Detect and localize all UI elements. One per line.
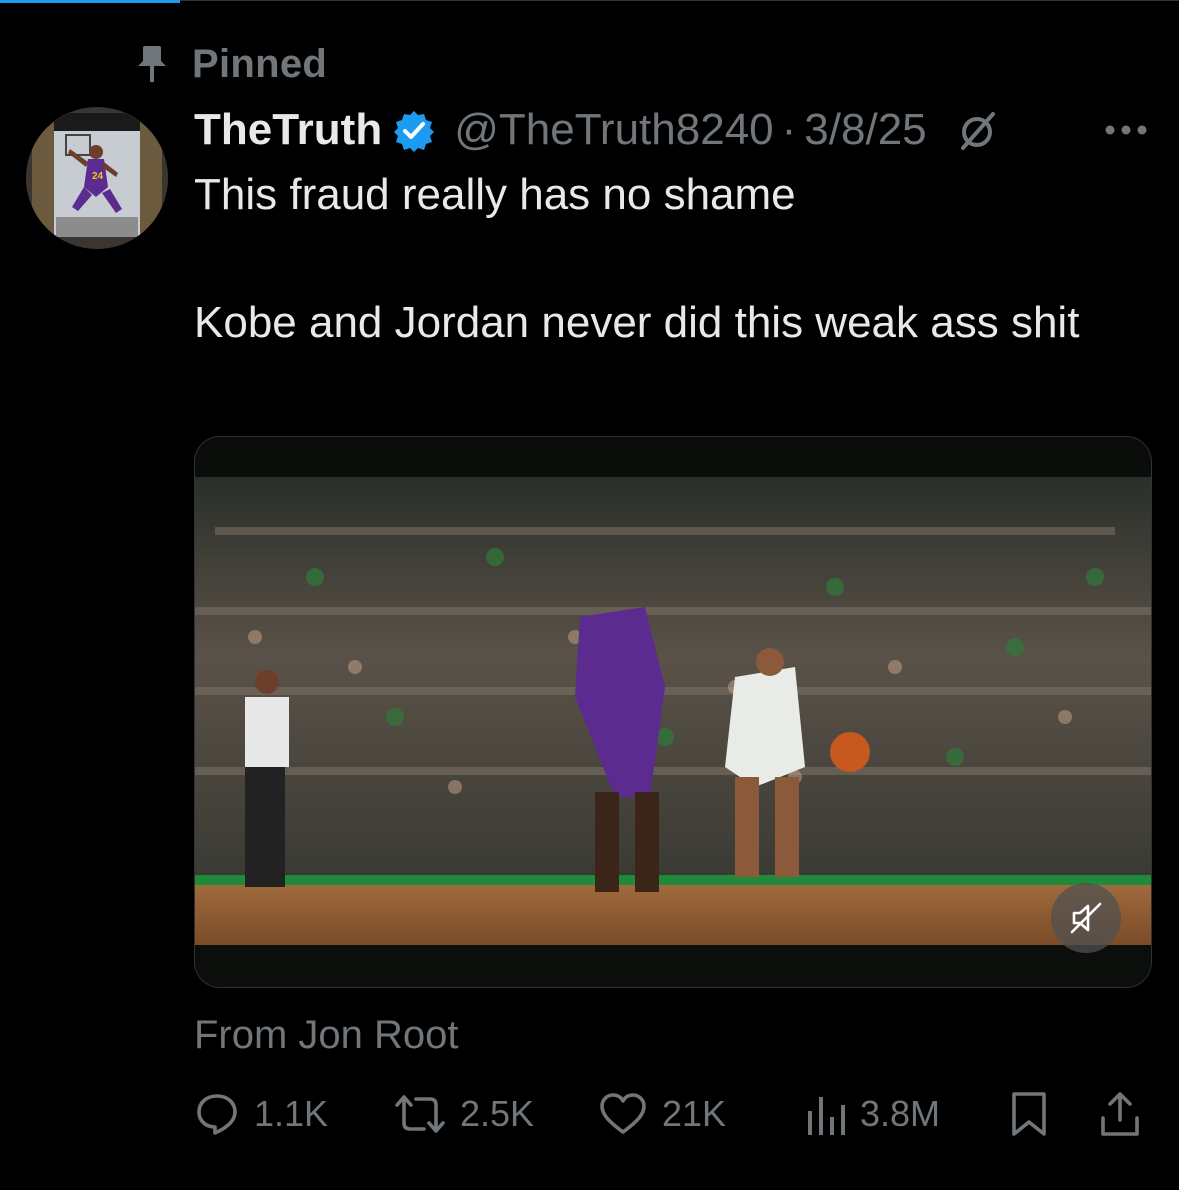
- reply-button[interactable]: 1.1K: [194, 1086, 328, 1142]
- tweet-date[interactable]: 3/8/25: [804, 105, 926, 155]
- grok-icon[interactable]: [955, 108, 999, 152]
- tweet-text-line: This fraud really has no shame: [194, 170, 796, 219]
- mute-toggle-button[interactable]: [1051, 883, 1121, 953]
- separator-dot: ·: [781, 105, 797, 154]
- like-button[interactable]: 21K: [598, 1086, 726, 1142]
- tweet-header: TheTruth @TheTruth8240 · 3/8/25: [194, 100, 999, 160]
- like-count: 21K: [662, 1093, 727, 1134]
- repost-icon: [395, 1095, 445, 1133]
- bookmark-icon: [1012, 1092, 1046, 1136]
- repost-button[interactable]: 2.5K: [394, 1086, 534, 1142]
- tweet-text-line: Kobe and Jordan never did this weak ass …: [194, 298, 1080, 347]
- views-chart-icon: [808, 1097, 845, 1135]
- pinned-indicator: Pinned: [132, 40, 327, 88]
- tweet-action-bar: 1.1K 2.5K 21K 3.8M: [194, 1086, 1150, 1142]
- pin-icon: [132, 44, 172, 84]
- reply-count: 1.1K: [254, 1093, 329, 1134]
- repost-count: 2.5K: [460, 1093, 535, 1134]
- reply-icon: [197, 1094, 237, 1135]
- share-icon: [1101, 1092, 1139, 1136]
- heart-icon: [600, 1093, 646, 1134]
- author-handle[interactable]: @TheTruth8240: [454, 105, 773, 155]
- volume-muted-icon: [1069, 901, 1103, 935]
- verified-badge-icon[interactable]: [392, 108, 436, 152]
- video-source-attribution[interactable]: From Jon Root: [194, 1013, 459, 1058]
- tweet-text: This fraud really has no shame Kobe and …: [194, 165, 1114, 353]
- bookmark-button[interactable]: [1008, 1086, 1050, 1142]
- pinned-label: Pinned: [192, 41, 328, 86]
- active-tab-indicator: [0, 0, 180, 3]
- video-player[interactable]: [194, 436, 1152, 988]
- author-display-name[interactable]: TheTruth: [194, 105, 382, 155]
- views-count: 3.8M: [860, 1093, 941, 1134]
- more-options-icon[interactable]: [1100, 108, 1152, 152]
- share-button[interactable]: [1098, 1086, 1142, 1142]
- svg-text:24: 24: [92, 171, 104, 182]
- avatar[interactable]: 24: [26, 107, 168, 249]
- views-button[interactable]: 3.8M: [804, 1086, 940, 1142]
